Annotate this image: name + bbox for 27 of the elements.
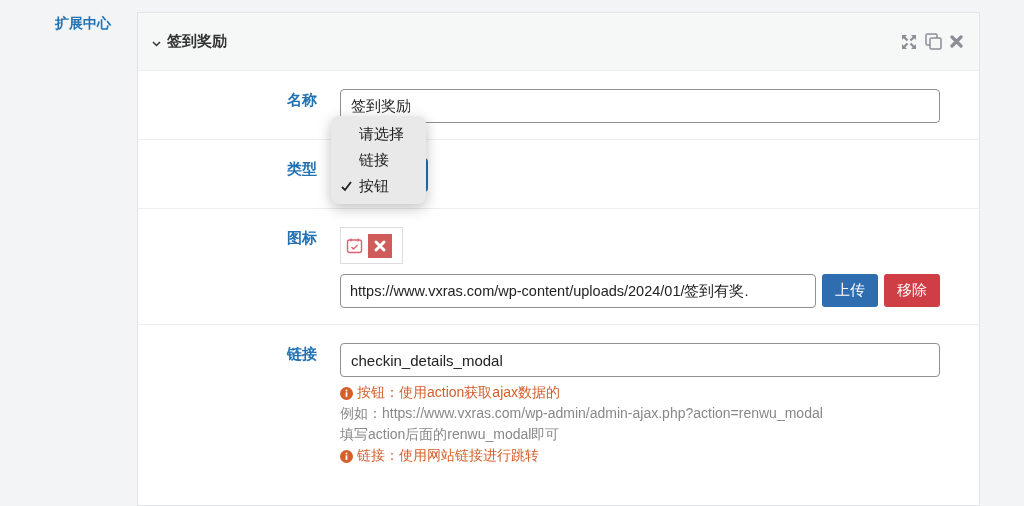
menu-option[interactable]: 链接 — [331, 147, 426, 173]
url-field[interactable]: https://www.vxras.com/wp-content/uploads/2024/01/签到有奖. — [340, 274, 816, 308]
close-icon[interactable] — [950, 35, 963, 48]
text-field[interactable]: 签到奖励 — [340, 89, 940, 123]
field-label: 图标 — [287, 228, 317, 248]
upload-button[interactable]: 上传 — [822, 274, 878, 307]
text-field[interactable]: checkin_details_modal — [340, 343, 940, 377]
field-label: 名称 — [287, 90, 317, 110]
menu-option[interactable]: 请选择 — [331, 121, 426, 147]
help-text: 填写action后面的renwu_modal即可 — [340, 426, 561, 444]
copy-icon[interactable] — [925, 33, 942, 50]
remove-button[interactable]: 移除 — [884, 274, 940, 307]
info-icon — [340, 449, 353, 463]
help-text: 按钮：使用action获取ajax数据的 — [357, 384, 561, 402]
help-text: 链接：使用网站链接进行跳转 — [357, 447, 539, 465]
menu-option[interactable]: 按钮 — [331, 173, 426, 199]
section-label: 扩展中心 — [55, 15, 111, 31]
remove-icon[interactable] — [368, 233, 392, 258]
check-icon — [341, 180, 352, 192]
field-label: 类型 — [287, 159, 317, 179]
expand-icon[interactable] — [901, 33, 917, 50]
info-icon — [340, 386, 353, 400]
panel-title[interactable]: 签到奖励 — [167, 32, 895, 51]
chevron-down-icon[interactable] — [152, 40, 161, 47]
calendar-icon — [346, 237, 363, 254]
field-label: 链接 — [287, 344, 317, 364]
help-text: 例如：https://www.vxras.com/wp-admin/admin-ajax.php?action=renwu_modal — [340, 405, 824, 423]
